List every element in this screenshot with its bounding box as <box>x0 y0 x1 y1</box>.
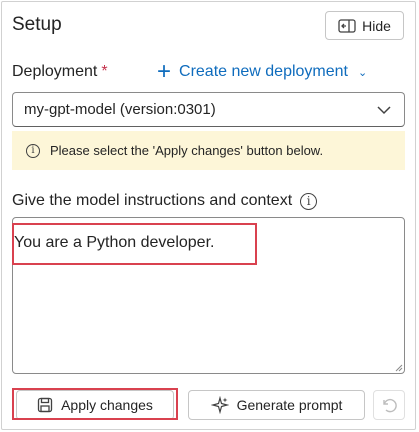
sparkle-icon <box>210 396 229 414</box>
undo-icon <box>383 398 397 413</box>
generate-prompt-button[interactable]: Generate prompt <box>188 390 365 420</box>
info-icon: i <box>26 143 40 158</box>
deployment-select[interactable]: my-gpt-model (version:0301) <box>12 92 405 127</box>
panel-title: Setup <box>12 14 62 35</box>
highlight-box <box>12 388 178 420</box>
resize-handle-icon[interactable] <box>395 364 403 372</box>
create-deployment-link[interactable]: + Create new deployment ⌄ <box>157 58 368 85</box>
info-notice: i Please select the 'Apply changes' butt… <box>12 131 405 170</box>
chevron-down-icon <box>377 106 391 115</box>
notice-text: Please select the 'Apply changes' button… <box>50 143 324 158</box>
plus-icon: + <box>157 58 172 85</box>
deployment-label-text: Deployment <box>12 63 98 80</box>
instructions-label: Give the model instructions and context … <box>12 192 318 210</box>
deployment-label: Deployment * <box>12 63 108 81</box>
instructions-label-text: Give the model instructions and context <box>12 192 293 209</box>
info-icon[interactable]: i <box>300 192 318 210</box>
chevron-down-icon: ⌄ <box>358 66 368 79</box>
create-deployment-label: Create new deployment <box>179 63 348 80</box>
required-mark: * <box>101 63 108 80</box>
generate-prompt-label: Generate prompt <box>236 397 343 413</box>
reset-button[interactable] <box>373 390 405 420</box>
deployment-selected-value: my-gpt-model (version:0301) <box>24 101 216 118</box>
hide-label: Hide <box>362 17 391 34</box>
hide-button[interactable]: Hide <box>325 11 404 40</box>
hide-panel-icon <box>338 18 356 33</box>
highlight-box <box>12 223 257 265</box>
